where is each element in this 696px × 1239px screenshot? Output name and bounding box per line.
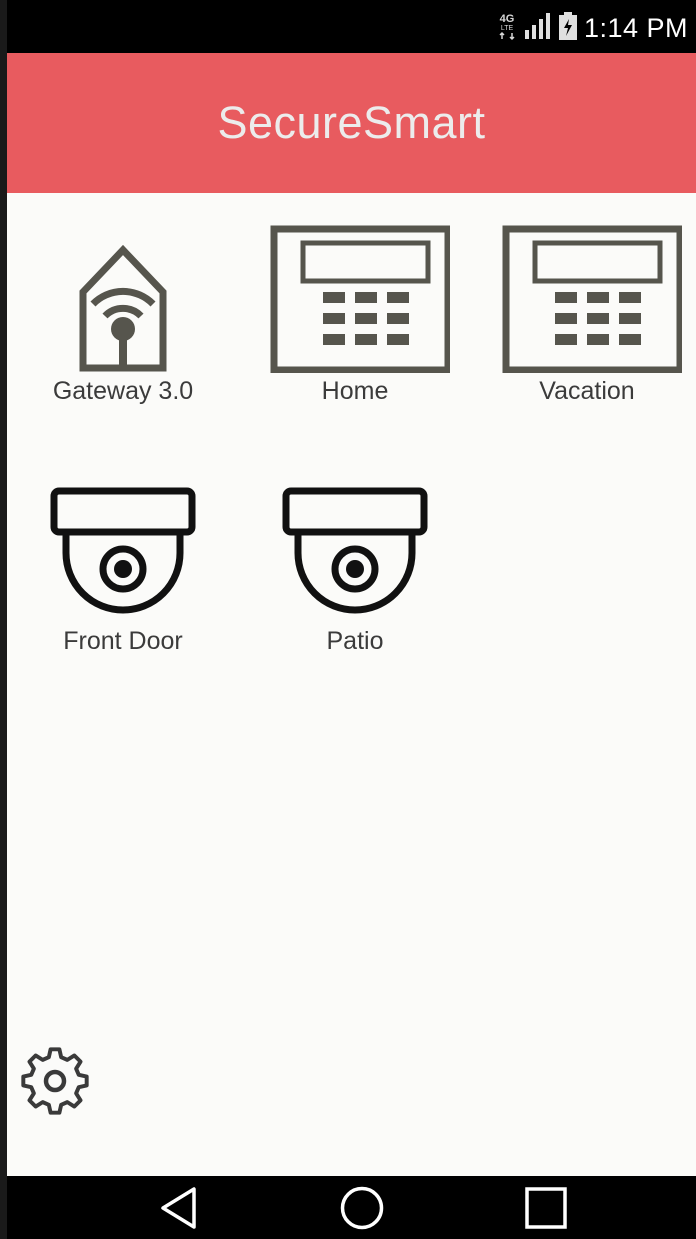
device-grid: Gateway 3.0 Home Vacation Front Door Pat… <box>7 193 696 1176</box>
device-label: Home <box>321 377 389 405</box>
app-header: SecureSmart <box>7 53 696 193</box>
device-label: Vacation <box>539 377 635 405</box>
device-tile-patio[interactable]: Patio <box>255 483 455 656</box>
device-label: Front Door <box>63 627 183 655</box>
gateway-home-wifi-icon <box>79 244 167 372</box>
device-label: Patio <box>326 627 384 655</box>
gear-icon <box>21 1047 89 1115</box>
network-4g-icon: 4G LTE <box>496 11 518 46</box>
alarm-keypad-icon <box>270 225 450 373</box>
signal-icon <box>524 12 552 45</box>
svg-text:LTE: LTE <box>501 25 514 32</box>
status-time: 1:14 PM <box>583 12 688 43</box>
settings-button[interactable] <box>17 1043 93 1119</box>
phone-screen: 4G LTE 1:14 PM SecureSmart Gateway 3.0 H… <box>0 0 696 1239</box>
back-button[interactable] <box>139 1176 219 1239</box>
device-label: Gateway 3.0 <box>52 377 194 405</box>
device-tile-front-door[interactable]: Front Door <box>23 483 223 656</box>
recents-square-icon <box>525 1186 567 1229</box>
recents-button[interactable] <box>506 1176 586 1239</box>
home-circle-icon <box>340 1186 384 1229</box>
device-tile-gateway[interactable]: Gateway 3.0 <box>23 221 223 406</box>
system-nav-bar <box>7 1176 696 1239</box>
home-button[interactable] <box>322 1176 402 1239</box>
device-tile-vacation[interactable]: Vacation <box>487 221 687 406</box>
app-title: SecureSmart <box>217 97 486 148</box>
battery-charging-icon <box>558 11 578 46</box>
dome-camera-icon <box>282 487 428 614</box>
device-tile-home[interactable]: Home <box>255 221 455 406</box>
alarm-keypad-icon <box>502 225 682 373</box>
svg-text:4G: 4G <box>500 13 515 25</box>
status-icons: 4G LTE 1:14 PM <box>496 10 688 46</box>
status-bar: 4G LTE 1:14 PM <box>7 0 696 53</box>
dome-camera-icon <box>50 487 196 614</box>
back-triangle-icon <box>161 1186 196 1229</box>
